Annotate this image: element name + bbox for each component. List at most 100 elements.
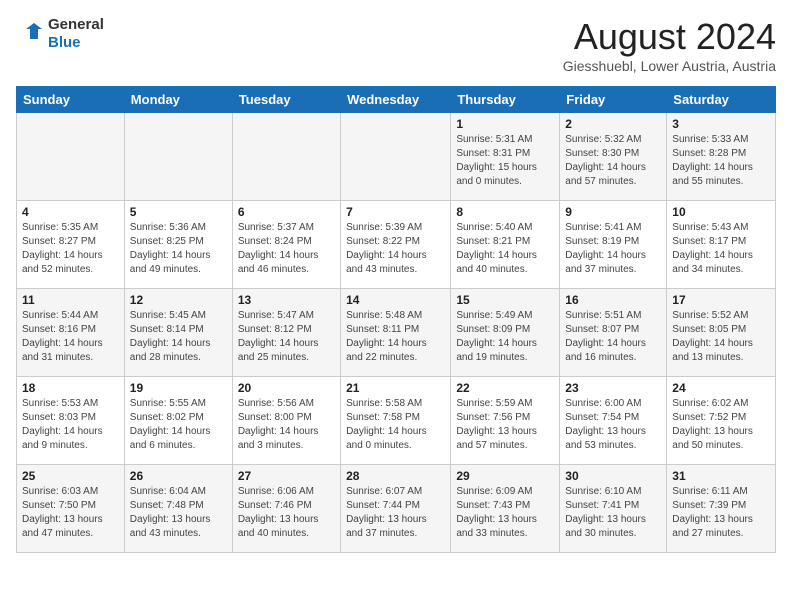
calendar-day-cell: 5 Sunrise: 5:36 AM Sunset: 8:25 PM Daylig…	[124, 201, 232, 289]
day-content: Sunrise: 6:07 AM Sunset: 7:44 PM Dayligh…	[346, 485, 445, 541]
calendar-week-row: 18 Sunrise: 5:53 AM Sunset: 8:03 PM Dayli…	[17, 377, 776, 465]
empty-cell	[124, 113, 232, 201]
calendar-week-row: 11Sunrise: 5:44 AM Sunset: 8:16 PM Dayli…	[17, 289, 776, 377]
calendar-day-cell: 9Sunrise: 5:41 AM Sunset: 8:19 PM Daylig…	[560, 201, 667, 289]
day-content: Sunrise: 5:56 AM Sunset: 8:00 PM Dayligh…	[238, 397, 335, 453]
day-number: 6	[238, 205, 335, 219]
day-number: 7	[346, 205, 445, 219]
day-content: Sunrise: 5:43 AM Sunset: 8:17 PM Dayligh…	[672, 221, 770, 277]
calendar-day-cell: 28 Sunrise: 6:07 AM Sunset: 7:44 PM Dayli…	[341, 465, 451, 553]
day-number: 24	[672, 381, 770, 395]
day-number: 17	[672, 293, 770, 307]
day-content: Sunrise: 6:06 AM Sunset: 7:46 PM Dayligh…	[238, 485, 335, 541]
calendar-day-cell: 2 Sunrise: 5:32 AM Sunset: 8:30 PM Daylig…	[560, 113, 667, 201]
calendar-day-cell: 7 Sunrise: 5:39 AM Sunset: 8:22 PM Daylig…	[341, 201, 451, 289]
calendar-day-cell: 22 Sunrise: 5:59 AM Sunset: 7:56 PM Dayli…	[451, 377, 560, 465]
calendar-day-cell: 19Sunrise: 5:55 AM Sunset: 8:02 PM Dayli…	[124, 377, 232, 465]
day-content: Sunrise: 5:41 AM Sunset: 8:19 PM Dayligh…	[565, 221, 661, 277]
day-number: 12	[130, 293, 227, 307]
day-number: 3	[672, 117, 770, 131]
calendar-day-cell: 17 Sunrise: 5:52 AM Sunset: 8:05 PM Dayli…	[667, 289, 776, 377]
calendar-day-cell: 23 Sunrise: 6:00 AM Sunset: 7:54 PM Dayli…	[560, 377, 667, 465]
calendar-day-cell: 12 Sunrise: 5:45 AM Sunset: 8:14 PM Dayli…	[124, 289, 232, 377]
day-content: Sunrise: 6:02 AM Sunset: 7:52 PM Dayligh…	[672, 397, 770, 453]
day-number: 20	[238, 381, 335, 395]
day-number: 27	[238, 469, 335, 483]
day-content: Sunrise: 5:52 AM Sunset: 8:05 PM Dayligh…	[672, 309, 770, 365]
day-number: 22	[456, 381, 554, 395]
calendar-day-cell: 13Sunrise: 5:47 AM Sunset: 8:12 PM Dayli…	[232, 289, 340, 377]
calendar-day-cell: 25Sunrise: 6:03 AM Sunset: 7:50 PM Dayli…	[17, 465, 125, 553]
calendar-week-row: 1 Sunrise: 5:31 AM Sunset: 8:31 PM Daylig…	[17, 113, 776, 201]
day-header-monday: Monday	[124, 87, 232, 113]
calendar-table: SundayMondayTuesdayWednesdayThursdayFrid…	[16, 86, 776, 553]
day-number: 5	[130, 205, 227, 219]
day-number: 8	[456, 205, 554, 219]
day-number: 18	[22, 381, 119, 395]
day-header-saturday: Saturday	[667, 87, 776, 113]
day-content: Sunrise: 5:40 AM Sunset: 8:21 PM Dayligh…	[456, 221, 554, 277]
day-content: Sunrise: 5:53 AM Sunset: 8:03 PM Dayligh…	[22, 397, 119, 453]
day-number: 1	[456, 117, 554, 131]
day-content: Sunrise: 6:10 AM Sunset: 7:41 PM Dayligh…	[565, 485, 661, 541]
day-number: 19	[130, 381, 227, 395]
empty-cell	[232, 113, 340, 201]
day-content: Sunrise: 5:36 AM Sunset: 8:25 PM Dayligh…	[130, 221, 227, 277]
day-number: 29	[456, 469, 554, 483]
calendar-day-cell: 10Sunrise: 5:43 AM Sunset: 8:17 PM Dayli…	[667, 201, 776, 289]
page-header: General Blue August 2024 Giesshuebl, Low…	[16, 16, 776, 74]
logo: General Blue	[16, 16, 104, 52]
day-content: Sunrise: 5:37 AM Sunset: 8:24 PM Dayligh…	[238, 221, 335, 277]
calendar-day-cell: 21 Sunrise: 5:58 AM Sunset: 7:58 PM Dayli…	[341, 377, 451, 465]
calendar-day-cell: 29 Sunrise: 6:09 AM Sunset: 7:43 PM Dayli…	[451, 465, 560, 553]
day-content: Sunrise: 5:31 AM Sunset: 8:31 PM Dayligh…	[456, 133, 554, 189]
day-header-thursday: Thursday	[451, 87, 560, 113]
empty-cell	[17, 113, 125, 201]
day-number: 14	[346, 293, 445, 307]
calendar-day-cell: 14 Sunrise: 5:48 AM Sunset: 8:11 PM Dayli…	[341, 289, 451, 377]
calendar-day-cell: 27 Sunrise: 6:06 AM Sunset: 7:46 PM Dayli…	[232, 465, 340, 553]
day-number: 26	[130, 469, 227, 483]
day-content: Sunrise: 5:45 AM Sunset: 8:14 PM Dayligh…	[130, 309, 227, 365]
calendar-day-cell: 6 Sunrise: 5:37 AM Sunset: 8:24 PM Daylig…	[232, 201, 340, 289]
day-content: Sunrise: 6:11 AM Sunset: 7:39 PM Dayligh…	[672, 485, 770, 541]
day-content: Sunrise: 6:09 AM Sunset: 7:43 PM Dayligh…	[456, 485, 554, 541]
day-content: Sunrise: 6:00 AM Sunset: 7:54 PM Dayligh…	[565, 397, 661, 453]
calendar-day-cell: 4 Sunrise: 5:35 AM Sunset: 8:27 PM Daylig…	[17, 201, 125, 289]
location-subtitle: Giesshuebl, Lower Austria, Austria	[563, 58, 776, 74]
month-year-title: August 2024	[563, 16, 776, 58]
day-content: Sunrise: 5:58 AM Sunset: 7:58 PM Dayligh…	[346, 397, 445, 453]
calendar-day-cell: 8 Sunrise: 5:40 AM Sunset: 8:21 PM Daylig…	[451, 201, 560, 289]
day-number: 23	[565, 381, 661, 395]
day-header-tuesday: Tuesday	[232, 87, 340, 113]
calendar-day-cell: 11Sunrise: 5:44 AM Sunset: 8:16 PM Dayli…	[17, 289, 125, 377]
calendar-day-cell: 16Sunrise: 5:51 AM Sunset: 8:07 PM Dayli…	[560, 289, 667, 377]
day-content: Sunrise: 5:35 AM Sunset: 8:27 PM Dayligh…	[22, 221, 119, 277]
logo-general: General	[48, 16, 104, 34]
day-content: Sunrise: 6:03 AM Sunset: 7:50 PM Dayligh…	[22, 485, 119, 541]
day-number: 21	[346, 381, 445, 395]
day-content: Sunrise: 5:32 AM Sunset: 8:30 PM Dayligh…	[565, 133, 661, 189]
day-content: Sunrise: 5:48 AM Sunset: 8:11 PM Dayligh…	[346, 309, 445, 365]
day-number: 28	[346, 469, 445, 483]
day-content: Sunrise: 5:39 AM Sunset: 8:22 PM Dayligh…	[346, 221, 445, 277]
day-number: 11	[22, 293, 119, 307]
day-content: Sunrise: 5:49 AM Sunset: 8:09 PM Dayligh…	[456, 309, 554, 365]
calendar-day-cell: 30 Sunrise: 6:10 AM Sunset: 7:41 PM Dayli…	[560, 465, 667, 553]
logo-container: General Blue	[16, 16, 104, 52]
day-content: Sunrise: 6:04 AM Sunset: 7:48 PM Dayligh…	[130, 485, 227, 541]
day-content: Sunrise: 5:59 AM Sunset: 7:56 PM Dayligh…	[456, 397, 554, 453]
day-header-friday: Friday	[560, 87, 667, 113]
calendar-day-cell: 18 Sunrise: 5:53 AM Sunset: 8:03 PM Dayli…	[17, 377, 125, 465]
calendar-day-cell: 20 Sunrise: 5:56 AM Sunset: 8:00 PM Dayli…	[232, 377, 340, 465]
day-content: Sunrise: 5:33 AM Sunset: 8:28 PM Dayligh…	[672, 133, 770, 189]
day-number: 4	[22, 205, 119, 219]
calendar-week-row: 25Sunrise: 6:03 AM Sunset: 7:50 PM Dayli…	[17, 465, 776, 553]
day-number: 30	[565, 469, 661, 483]
day-number: 2	[565, 117, 661, 131]
calendar-header-row: SundayMondayTuesdayWednesdayThursdayFrid…	[17, 87, 776, 113]
calendar-day-cell: 15Sunrise: 5:49 AM Sunset: 8:09 PM Dayli…	[451, 289, 560, 377]
day-number: 31	[672, 469, 770, 483]
calendar-day-cell: 3 Sunrise: 5:33 AM Sunset: 8:28 PM Daylig…	[667, 113, 776, 201]
calendar-day-cell: 26 Sunrise: 6:04 AM Sunset: 7:48 PM Dayli…	[124, 465, 232, 553]
